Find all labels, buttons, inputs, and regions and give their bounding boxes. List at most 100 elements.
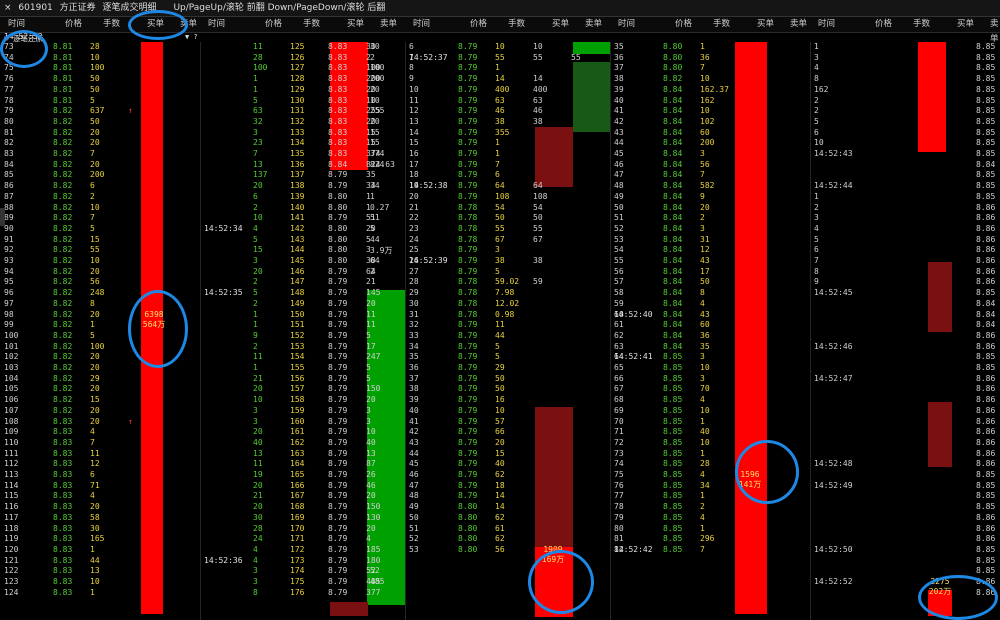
tick-cell: 8.79 [458, 395, 478, 405]
tick-cell: 149 [290, 298, 305, 308]
scroll-handle[interactable] [0, 208, 5, 226]
close-icon[interactable]: × [4, 3, 12, 13]
tick-cell: 38 [495, 256, 505, 265]
header-price-1[interactable]: 价格 [65, 17, 82, 32]
tick-row: 11 154 8.79 247 [200, 352, 405, 363]
tick-cell: 50 [614, 202, 624, 212]
header-buy-2[interactable]: 买单 [347, 17, 364, 32]
tick-cell: 55 [614, 256, 624, 265]
tick-cell: 8.85 [976, 52, 996, 62]
sell-cell: 34 [370, 181, 380, 191]
tick-cell: 139 [290, 191, 305, 201]
tick-cell: 8.83 [328, 106, 348, 116]
tick-cell: 145 [366, 288, 381, 298]
tick-cell: 110 [4, 437, 19, 447]
tick-cell: 175 [290, 577, 305, 586]
tick-cell: 78 [4, 95, 14, 105]
tick-cell: 8.79 [328, 395, 348, 405]
header-qty-2[interactable]: 手数 [303, 17, 320, 32]
tick-cell: 13 [409, 116, 419, 126]
header-price-2[interactable]: 价格 [265, 17, 282, 32]
tick-cell: 166 [290, 480, 305, 490]
header-sell-4[interactable]: 卖单 [790, 17, 807, 32]
tick-cell: 33 [409, 330, 419, 340]
tick-cell: 174 [290, 566, 305, 576]
header-buy-5[interactable]: 买单 [957, 17, 974, 32]
tick-cell: 2 [90, 191, 95, 201]
tick-cell: 8.82 [53, 395, 73, 405]
tick-row: 8.85 [810, 502, 1000, 513]
tick-cell: 8.84 [663, 223, 683, 233]
tick-cell: 8.79 [458, 437, 478, 447]
tick-cell: 8.84 [976, 320, 996, 330]
tick-cell: 8.85 [663, 502, 683, 512]
tick-cell: 53 [614, 234, 624, 244]
tick-cell: 8.84 [663, 159, 683, 169]
tick-cell: 22 [409, 213, 419, 223]
tick-cell: 38 [614, 74, 624, 84]
tick-cell: 20 [366, 491, 376, 501]
tick-cell: 11 [253, 459, 263, 469]
tick-row: 89 8.82 7 [0, 213, 200, 224]
tick-panel-3: 6 8.79 10 10 7 8.79 55 55 55 8 8.79 1 9 8.79 14 14 10 8.7… [405, 42, 611, 620]
time-mark: 14:52:36 [204, 555, 243, 565]
tick-cell: 11 [366, 320, 376, 330]
tick-cell: 1 [90, 587, 95, 597]
header-qty-1[interactable]: 手数 [103, 17, 120, 32]
tick-cell: 10 [700, 437, 710, 447]
header-time-3[interactable]: 时间 [413, 17, 430, 32]
tick-cell: 247 [366, 352, 381, 362]
sort-marks[interactable]: ▼ ? [185, 33, 198, 41]
header-buy-3[interactable]: 买单 [552, 17, 569, 32]
tick-cell: 8.85 [976, 106, 996, 116]
header-qty-4[interactable]: 手数 [713, 17, 730, 32]
tick-cell: 8.79 [328, 330, 348, 340]
header-time-2[interactable]: 时间 [208, 17, 225, 32]
time-mark: 14:52:40 [614, 309, 653, 319]
tick-cell: 4 [700, 512, 705, 522]
header-price-3[interactable]: 价格 [470, 17, 487, 32]
tick-cell: 8.85 [976, 566, 996, 576]
tick-cell: 8.85 [663, 480, 683, 490]
tick-row: 84 8.82 20 [0, 160, 200, 171]
tick-row: 22 8.78 50 50 [405, 213, 610, 224]
header-price-4[interactable]: 价格 [675, 17, 692, 32]
tick-cell: 20 [90, 159, 100, 169]
sell-cell: 15 [370, 138, 380, 148]
tick-cell: 8.82 [53, 202, 73, 212]
tick-row: 121 8.83 44 [0, 556, 200, 567]
header-sell-3[interactable]: 卖单 [585, 17, 602, 32]
tick-cell: 8.80 [328, 202, 348, 212]
tick-row: 30 8.78 12.02 [405, 299, 610, 310]
header-time-4[interactable]: 时间 [618, 17, 635, 32]
header-buy-4[interactable]: 买单 [757, 17, 774, 32]
tick-cell: 8.81 [53, 95, 73, 105]
tick-row: 108 8.83 20 ↑ [0, 417, 200, 428]
tick-cell: 21 [253, 373, 263, 383]
tick-row: 43 8.79 20 [405, 438, 610, 449]
tick-cell: 18 [495, 480, 505, 490]
header-qty-3[interactable]: 手数 [508, 17, 525, 32]
header-price-5[interactable]: 价格 [875, 17, 892, 32]
tick-cell: 2 [700, 502, 705, 512]
tick-cell: 8.82 [53, 309, 73, 319]
tick-cell: 20 [253, 266, 263, 276]
tick-cell: 8.82 [53, 266, 73, 276]
header-qty-5[interactable]: 手数 [913, 17, 930, 32]
header-sell-2[interactable]: 卖单 [380, 17, 397, 32]
tick-cell: 8.84 [663, 266, 683, 276]
header-sell-5[interactable]: 卖单 [990, 17, 1000, 44]
tick-row: 20 8.79 108 108 [405, 192, 610, 203]
tick-row: 1 8.85 [810, 42, 1000, 53]
tick-row: 11 164 8.79 87 [200, 459, 405, 470]
tick-cell: 145 [290, 256, 305, 265]
tick-row: 49 8.84 9 [610, 192, 810, 203]
tick-cell: 8.84 [663, 277, 683, 287]
tick-cell: 2 [700, 213, 705, 223]
header-time-5[interactable]: 时间 [818, 17, 835, 32]
sell-cell: 485 [370, 577, 385, 586]
tick-cell: 8.82 [663, 74, 683, 84]
tick-row: 10 8.79 400 400 [405, 85, 610, 96]
highlight-circle [528, 550, 594, 614]
tick-cell: 14:52:43 [814, 149, 853, 158]
